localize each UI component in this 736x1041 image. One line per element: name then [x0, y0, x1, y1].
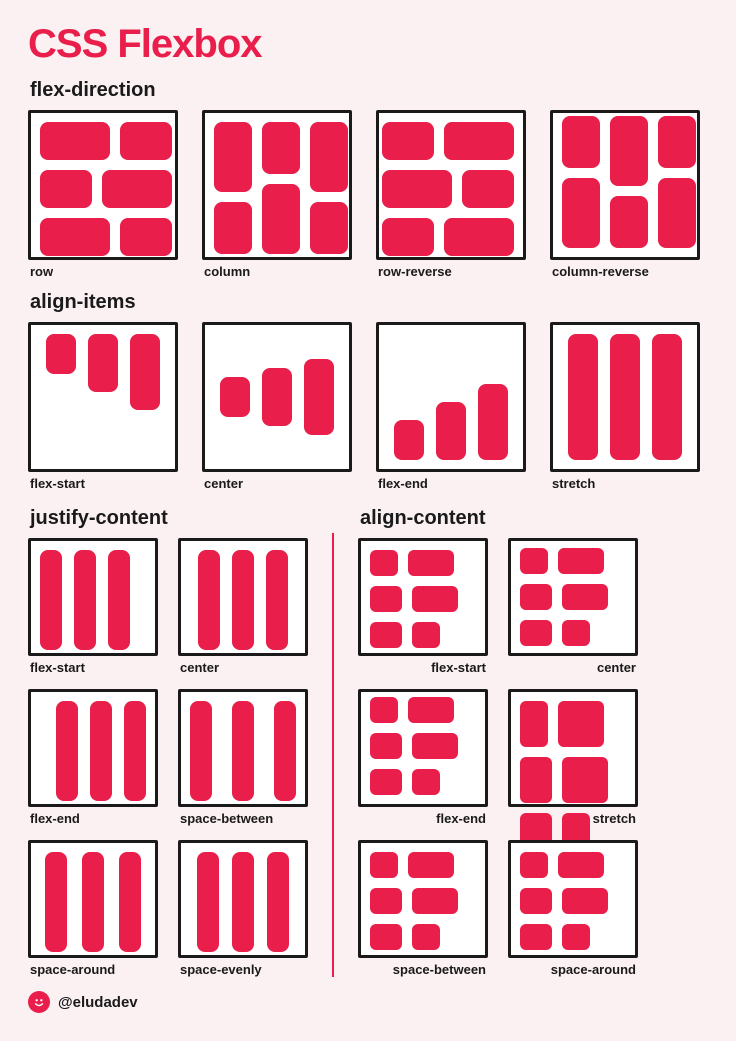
diagram-box	[28, 322, 178, 472]
caption: flex-end	[358, 811, 486, 826]
footer-handle: @eludadev	[58, 994, 138, 1011]
diagram-box	[508, 538, 638, 656]
diagram-box	[178, 689, 308, 807]
example-flex-direction-column: column	[202, 110, 352, 279]
diagram-box	[202, 110, 352, 260]
align-content-group: align-content flex-start center	[358, 495, 638, 977]
example-align-content-stretch: stretch	[508, 689, 638, 826]
example-flex-direction-row-reverse: row-reverse	[376, 110, 526, 279]
section-heading-flex-direction: flex-direction	[30, 79, 708, 102]
example-justify-content-space-between: space-between	[178, 689, 308, 826]
section-heading-align-items: align-items	[30, 291, 708, 314]
align-items-row: flex-start center flex-end stretch	[28, 322, 708, 491]
diagram-box	[376, 110, 526, 260]
caption: center	[180, 660, 308, 675]
diagram-box	[28, 689, 158, 807]
caption: row-reverse	[378, 264, 526, 279]
example-align-content-space-between: space-between	[358, 840, 488, 977]
diagram-box	[28, 538, 158, 656]
diagram-box	[508, 689, 638, 807]
caption: space-around	[508, 962, 636, 977]
example-justify-content-space-evenly: space-evenly	[178, 840, 308, 977]
caption: flex-end	[378, 476, 526, 491]
caption: flex-start	[30, 476, 178, 491]
justify-content-group: justify-content flex-start center	[28, 495, 308, 977]
diagram-box	[28, 840, 158, 958]
caption: column-reverse	[552, 264, 700, 279]
caption: center	[508, 660, 636, 675]
example-justify-content-space-around: space-around	[28, 840, 158, 977]
diagram-box	[178, 840, 308, 958]
caption: column	[204, 264, 352, 279]
diagram-box	[358, 840, 488, 958]
flex-direction-row: row column row-reverse col	[28, 110, 708, 279]
caption: row	[30, 264, 178, 279]
logo-face-icon	[28, 991, 50, 1013]
diagram-box	[376, 322, 526, 472]
footer: @eludadev	[28, 991, 708, 1013]
example-align-items-flex-start: flex-start	[28, 322, 178, 491]
cheatsheet-page: CSS Flexbox flex-direction row column	[0, 0, 736, 1031]
vertical-divider	[332, 495, 334, 977]
diagram-box	[202, 322, 352, 472]
diagram-box	[508, 840, 638, 958]
section-heading-align-content: align-content	[360, 507, 638, 530]
example-justify-content-center: center	[178, 538, 308, 675]
example-flex-direction-row: row	[28, 110, 178, 279]
example-justify-content-flex-start: flex-start	[28, 538, 158, 675]
caption: space-around	[30, 962, 158, 977]
example-flex-direction-column-reverse: column-reverse	[550, 110, 700, 279]
example-align-items-stretch: stretch	[550, 322, 700, 491]
section-heading-justify-content: justify-content	[30, 507, 308, 530]
example-align-items-flex-end: flex-end	[376, 322, 526, 491]
caption: space-between	[358, 962, 486, 977]
diagram-box	[28, 110, 178, 260]
caption: flex-end	[30, 811, 158, 826]
caption: stretch	[508, 811, 636, 826]
diagram-box	[550, 322, 700, 472]
diagram-box	[550, 110, 700, 260]
caption: flex-start	[30, 660, 158, 675]
caption: space-between	[180, 811, 308, 826]
caption: center	[204, 476, 352, 491]
caption: stretch	[552, 476, 700, 491]
bottom-columns: justify-content flex-start center	[28, 495, 708, 977]
example-align-content-center: center	[508, 538, 638, 675]
diagram-box	[358, 538, 488, 656]
page-title: CSS Flexbox	[28, 22, 708, 67]
caption: space-evenly	[180, 962, 308, 977]
example-align-content-flex-end: flex-end	[358, 689, 488, 826]
example-justify-content-flex-end: flex-end	[28, 689, 158, 826]
example-align-content-flex-start: flex-start	[358, 538, 488, 675]
diagram-box	[178, 538, 308, 656]
diagram-box	[358, 689, 488, 807]
caption: flex-start	[358, 660, 486, 675]
example-align-content-space-around: space-around	[508, 840, 638, 977]
example-align-items-center: center	[202, 322, 352, 491]
